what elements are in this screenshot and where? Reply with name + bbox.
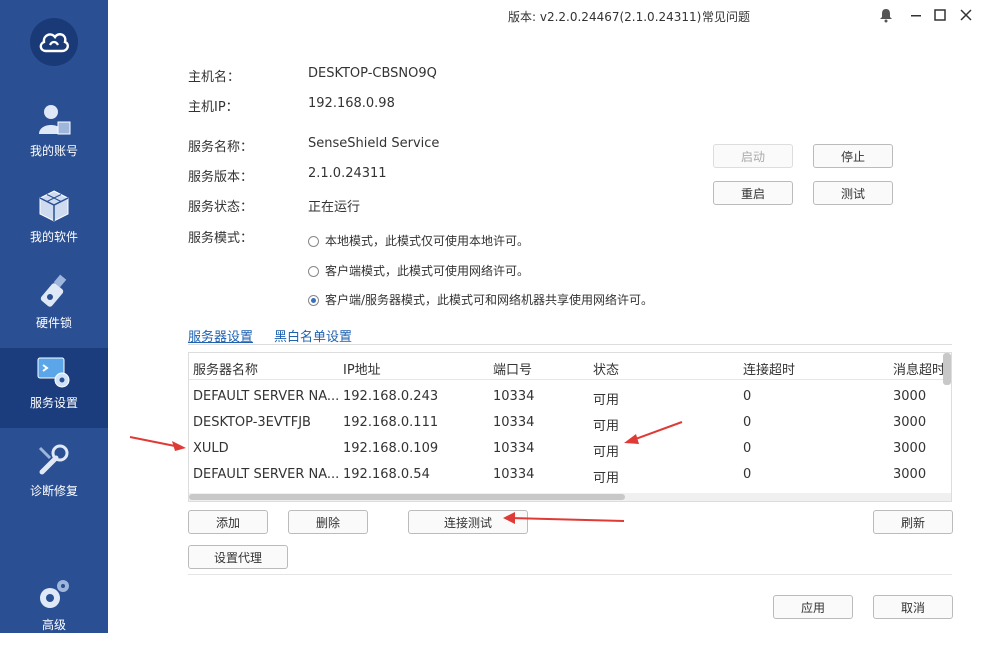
annotation-arrow-icon <box>624 421 683 444</box>
annotation-arrow-icon <box>129 436 186 451</box>
annotation-arrows <box>129 421 683 524</box>
annotation-arrow-icon <box>503 512 625 524</box>
